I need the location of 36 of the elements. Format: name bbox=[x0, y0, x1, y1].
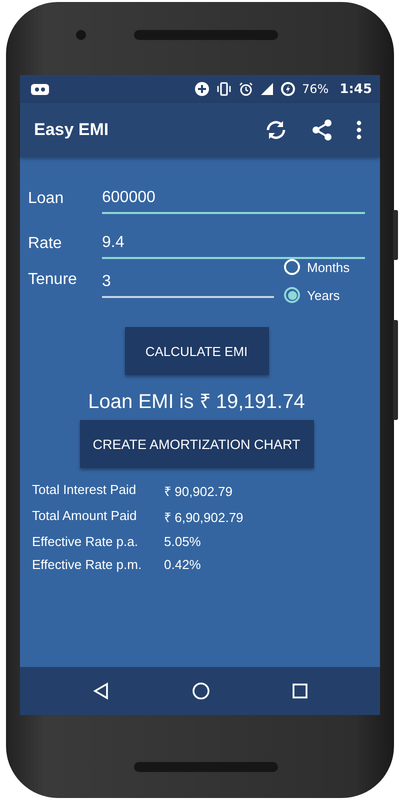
radio-label[interactable]: Years bbox=[307, 288, 340, 302]
summary-value: ₹ 90,902.79 bbox=[164, 483, 234, 500]
summary-label: Total Interest Paid bbox=[32, 482, 138, 499]
field-label: Rate bbox=[28, 235, 63, 254]
battery-charging-icon bbox=[280, 82, 295, 96]
clock: 1:45 bbox=[340, 82, 372, 96]
refresh-icon[interactable] bbox=[264, 118, 288, 142]
home-icon[interactable] bbox=[192, 682, 210, 700]
summary-label: Total Amount Paid bbox=[32, 508, 138, 525]
plus-circle-icon bbox=[194, 82, 209, 96]
field-label: Loan bbox=[28, 190, 65, 209]
input-field[interactable]: 600000 bbox=[102, 187, 365, 214]
app-title: Easy EMI bbox=[34, 120, 109, 140]
alarm-icon bbox=[238, 82, 253, 96]
radio-label[interactable]: Months bbox=[307, 260, 350, 274]
share-icon[interactable] bbox=[310, 118, 334, 142]
robot-icon bbox=[30, 82, 50, 96]
vibrate-icon bbox=[216, 82, 232, 96]
summary-value: 5.05% bbox=[164, 534, 202, 549]
radio-button[interactable] bbox=[284, 287, 300, 303]
calculate-button[interactable]: CALCULATE EMI bbox=[124, 327, 268, 375]
signal-icon bbox=[260, 82, 274, 96]
more-options-icon[interactable] bbox=[356, 120, 362, 140]
battery-level: 76% bbox=[302, 82, 329, 96]
summary-label: Effective Rate p.m. bbox=[32, 557, 143, 572]
amortization-chart-button[interactable]: CREATE AMORTIZATION CHART bbox=[80, 420, 314, 468]
summary-label: Effective Rate p.a. bbox=[32, 534, 139, 549]
emi-result: Loan EMI is ₹ 19,191.74 bbox=[87, 390, 306, 414]
input-field[interactable]: 9.4 bbox=[102, 232, 365, 259]
input-field[interactable]: 3 bbox=[102, 271, 274, 298]
back-icon[interactable] bbox=[92, 682, 110, 700]
summary-value: 0.42% bbox=[164, 557, 202, 572]
summary-value: ₹ 6,90,902.79 bbox=[164, 509, 244, 526]
camera-icon bbox=[76, 30, 86, 40]
field-label: Tenure bbox=[28, 271, 78, 290]
recents-icon[interactable] bbox=[292, 683, 308, 699]
